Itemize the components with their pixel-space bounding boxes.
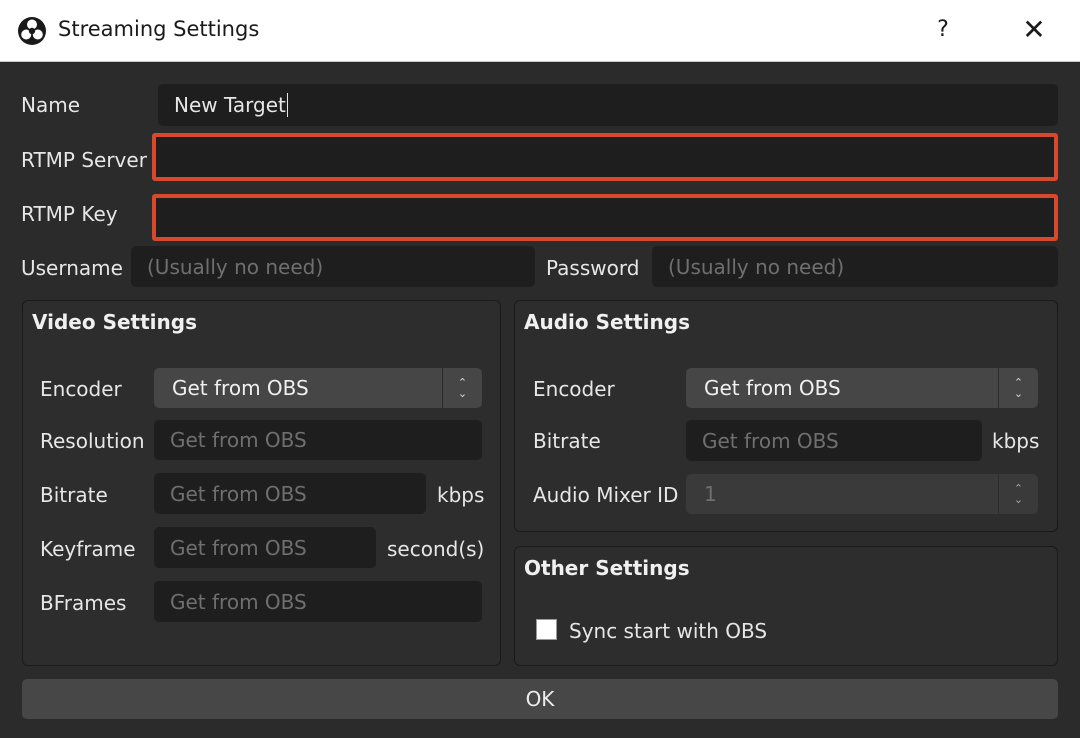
name-input-value: New Target bbox=[174, 93, 286, 117]
obs-logo-icon bbox=[18, 17, 46, 45]
password-label: Password bbox=[546, 256, 640, 280]
close-button[interactable]: ✕ bbox=[1012, 10, 1056, 50]
rtmp-server-label: RTMP Server bbox=[21, 148, 147, 172]
rtmp-key-input[interactable] bbox=[152, 194, 1058, 241]
username-input[interactable]: (Usually no need) bbox=[131, 246, 535, 287]
audio-bitrate-input[interactable]: Get from OBS bbox=[686, 420, 982, 461]
sync-start-label: Sync start with OBS bbox=[569, 619, 768, 643]
keyframe-unit: second(s) bbox=[387, 537, 485, 561]
other-settings-title: Other Settings bbox=[524, 556, 690, 580]
name-input[interactable]: New Target bbox=[158, 84, 1058, 126]
keyframe-label: Keyframe bbox=[40, 537, 136, 561]
ok-button[interactable]: OK bbox=[22, 679, 1058, 719]
video-bitrate-unit: kbps bbox=[437, 483, 485, 507]
updown-arrows-icon: ⌃ ⌄ bbox=[442, 368, 482, 408]
keyframe-input[interactable]: Get from OBS bbox=[154, 527, 376, 568]
video-encoder-select[interactable]: Get from OBS ⌃ ⌄ bbox=[154, 368, 482, 408]
audio-encoder-label: Encoder bbox=[533, 377, 615, 401]
username-label: Username bbox=[21, 256, 123, 280]
video-settings-title: Video Settings bbox=[32, 310, 197, 334]
name-label: Name bbox=[21, 93, 81, 117]
title-bar: Streaming Settings ? ✕ bbox=[0, 0, 1080, 62]
video-bitrate-input[interactable]: Get from OBS bbox=[154, 473, 426, 514]
resolution-input[interactable]: Get from OBS bbox=[154, 420, 482, 460]
text-caret bbox=[286, 93, 288, 117]
audio-mixer-select[interactable]: 1 ⌃ ⌄ bbox=[686, 474, 1038, 514]
video-encoder-value: Get from OBS bbox=[172, 376, 309, 400]
rtmp-key-label: RTMP Key bbox=[21, 202, 118, 226]
bframes-input[interactable]: Get from OBS bbox=[154, 581, 482, 622]
audio-mixer-label: Audio Mixer ID bbox=[533, 483, 679, 507]
bframes-label: BFrames bbox=[40, 591, 127, 615]
audio-encoder-value: Get from OBS bbox=[704, 376, 841, 400]
rtmp-server-input[interactable] bbox=[152, 133, 1058, 181]
video-bitrate-label: Bitrate bbox=[40, 483, 108, 507]
updown-arrows-icon: ⌃ ⌄ bbox=[998, 474, 1038, 514]
sync-start-checkbox[interactable] bbox=[536, 619, 557, 640]
help-button[interactable]: ? bbox=[920, 10, 966, 50]
window-title: Streaming Settings bbox=[58, 17, 260, 41]
audio-mixer-value: 1 bbox=[704, 482, 717, 506]
audio-bitrate-label: Bitrate bbox=[533, 429, 601, 453]
audio-settings-title: Audio Settings bbox=[524, 310, 690, 334]
audio-encoder-select[interactable]: Get from OBS ⌃ ⌄ bbox=[686, 368, 1038, 408]
updown-arrows-icon: ⌃ ⌄ bbox=[998, 368, 1038, 408]
dialog-body: Name New Target RTMP Server RTMP Key Use… bbox=[0, 62, 1080, 738]
resolution-label: Resolution bbox=[40, 429, 145, 453]
password-input[interactable]: (Usually no need) bbox=[652, 246, 1058, 287]
audio-bitrate-unit: kbps bbox=[992, 429, 1040, 453]
video-encoder-label: Encoder bbox=[40, 377, 122, 401]
